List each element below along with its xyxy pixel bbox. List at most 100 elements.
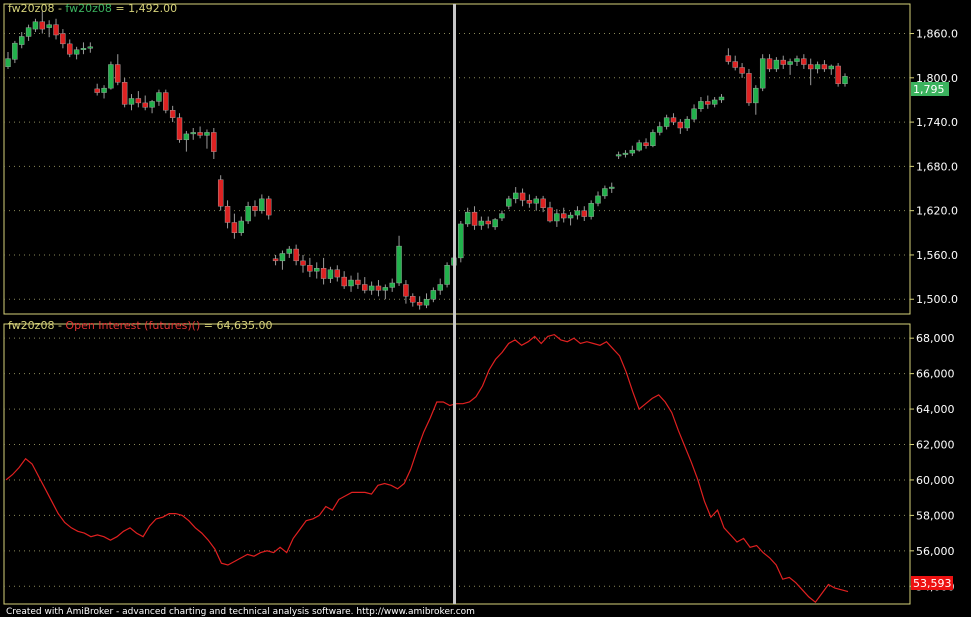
- price-candle[interactable]: [142, 95, 148, 111]
- price-candle[interactable]: [526, 194, 533, 208]
- price-candle[interactable]: [718, 94, 725, 103]
- price-candle[interactable]: [108, 61, 114, 90]
- price-candle[interactable]: [485, 216, 491, 229]
- price-candle[interactable]: [643, 138, 649, 149]
- price-candle[interactable]: [581, 206, 587, 221]
- price-candle[interactable]: [766, 54, 773, 72]
- price-candle[interactable]: [663, 114, 670, 130]
- price-candle[interactable]: [519, 188, 526, 207]
- price-candle[interactable]: [334, 265, 341, 282]
- price-candle[interactable]: [547, 201, 553, 223]
- price-candle[interactable]: [801, 54, 807, 69]
- price-candle[interactable]: [574, 206, 581, 220]
- price-candle[interactable]: [156, 89, 162, 106]
- price-candle[interactable]: [478, 216, 485, 230]
- price-candle[interactable]: [684, 116, 690, 131]
- price-candle[interactable]: [842, 73, 848, 87]
- price-candle[interactable]: [375, 280, 382, 297]
- price-candle[interactable]: [746, 68, 752, 106]
- price-candle[interactable]: [794, 55, 800, 66]
- price-candle[interactable]: [780, 55, 786, 69]
- price-candle[interactable]: [135, 91, 142, 108]
- price-candle[interactable]: [149, 99, 155, 114]
- price-candle[interactable]: [252, 200, 258, 217]
- price-candle[interactable]: [224, 200, 231, 229]
- price-candle[interactable]: [705, 95, 711, 109]
- price-candle[interactable]: [423, 293, 430, 309]
- price-candle[interactable]: [759, 54, 766, 92]
- price-candle[interactable]: [773, 57, 780, 72]
- price-candle[interactable]: [403, 280, 409, 304]
- price-candle[interactable]: [204, 129, 210, 149]
- price-candle[interactable]: [5, 51, 11, 69]
- price-candle[interactable]: [355, 272, 361, 289]
- price-candle[interactable]: [121, 77, 128, 108]
- price-candle[interactable]: [540, 195, 546, 213]
- price-candle[interactable]: [286, 246, 292, 258]
- price-candle[interactable]: [622, 150, 629, 158]
- price-candle[interactable]: [670, 113, 677, 126]
- price-candle[interactable]: [492, 218, 498, 230]
- price-candle[interactable]: [300, 254, 306, 273]
- price-candle[interactable]: [602, 185, 608, 199]
- price-candle[interactable]: [430, 287, 437, 303]
- price-candle[interactable]: [279, 250, 286, 270]
- price-candle[interactable]: [835, 63, 841, 87]
- price-candle[interactable]: [814, 61, 821, 74]
- price-candle[interactable]: [629, 145, 636, 157]
- price-candle[interactable]: [471, 206, 478, 230]
- price-candle[interactable]: [169, 105, 176, 123]
- crosshair-cursor[interactable]: [453, 4, 456, 604]
- price-candle[interactable]: [327, 266, 334, 283]
- price-candle[interactable]: [46, 20, 52, 38]
- oi-panel[interactable]: 54,00056,00058,00060,00062,00064,00066,0…: [3, 319, 955, 605]
- price-candle[interactable]: [272, 254, 279, 266]
- price-candle[interactable]: [94, 83, 100, 96]
- price-candle[interactable]: [266, 195, 272, 220]
- price-candle[interactable]: [163, 89, 169, 114]
- oi-series-line[interactable]: [5, 333, 849, 604]
- price-candle[interactable]: [725, 48, 732, 65]
- price-candle[interactable]: [512, 187, 519, 204]
- price-candle[interactable]: [739, 63, 745, 78]
- price-candle[interactable]: [87, 42, 94, 53]
- price-candle[interactable]: [67, 39, 73, 58]
- price-panel[interactable]: 1,500.01,560.01,620.01,680.01,740.01,800…: [3, 2, 958, 315]
- price-candle[interactable]: [12, 40, 18, 64]
- price-candle[interactable]: [293, 244, 299, 266]
- price-candle[interactable]: [19, 32, 25, 49]
- price-candle[interactable]: [416, 296, 423, 310]
- price-candle[interactable]: [677, 119, 684, 134]
- price-candle[interactable]: [314, 262, 320, 279]
- price-candle[interactable]: [807, 58, 814, 86]
- price-candle[interactable]: [499, 210, 505, 221]
- price-candle[interactable]: [231, 213, 238, 239]
- price-candle[interactable]: [245, 201, 251, 224]
- price-candle[interactable]: [753, 85, 759, 115]
- price-candle[interactable]: [787, 58, 793, 75]
- price-candle[interactable]: [561, 207, 567, 223]
- price-candle[interactable]: [588, 200, 594, 220]
- price-candles[interactable]: [5, 11, 848, 310]
- price-candle[interactable]: [650, 129, 656, 148]
- price-candle[interactable]: [190, 128, 196, 140]
- price-candle[interactable]: [53, 18, 59, 40]
- price-candle[interactable]: [437, 278, 443, 295]
- price-candle[interactable]: [362, 277, 368, 294]
- price-candle[interactable]: [821, 60, 828, 72]
- price-candle[interactable]: [396, 235, 402, 286]
- price-candle[interactable]: [368, 281, 375, 295]
- price-candle[interactable]: [657, 122, 663, 136]
- price-candle[interactable]: [211, 128, 217, 159]
- price-candle[interactable]: [307, 257, 313, 278]
- price-candle[interactable]: [828, 64, 834, 75]
- price-candle[interactable]: [554, 209, 560, 227]
- price-candle[interactable]: [595, 191, 601, 207]
- price-candle[interactable]: [32, 18, 39, 33]
- price-candle[interactable]: [636, 139, 642, 152]
- price-candle[interactable]: [382, 284, 389, 300]
- price-candle[interactable]: [80, 42, 87, 55]
- price-candle[interactable]: [25, 24, 32, 41]
- price-candle[interactable]: [197, 126, 203, 139]
- price-candle[interactable]: [128, 94, 135, 111]
